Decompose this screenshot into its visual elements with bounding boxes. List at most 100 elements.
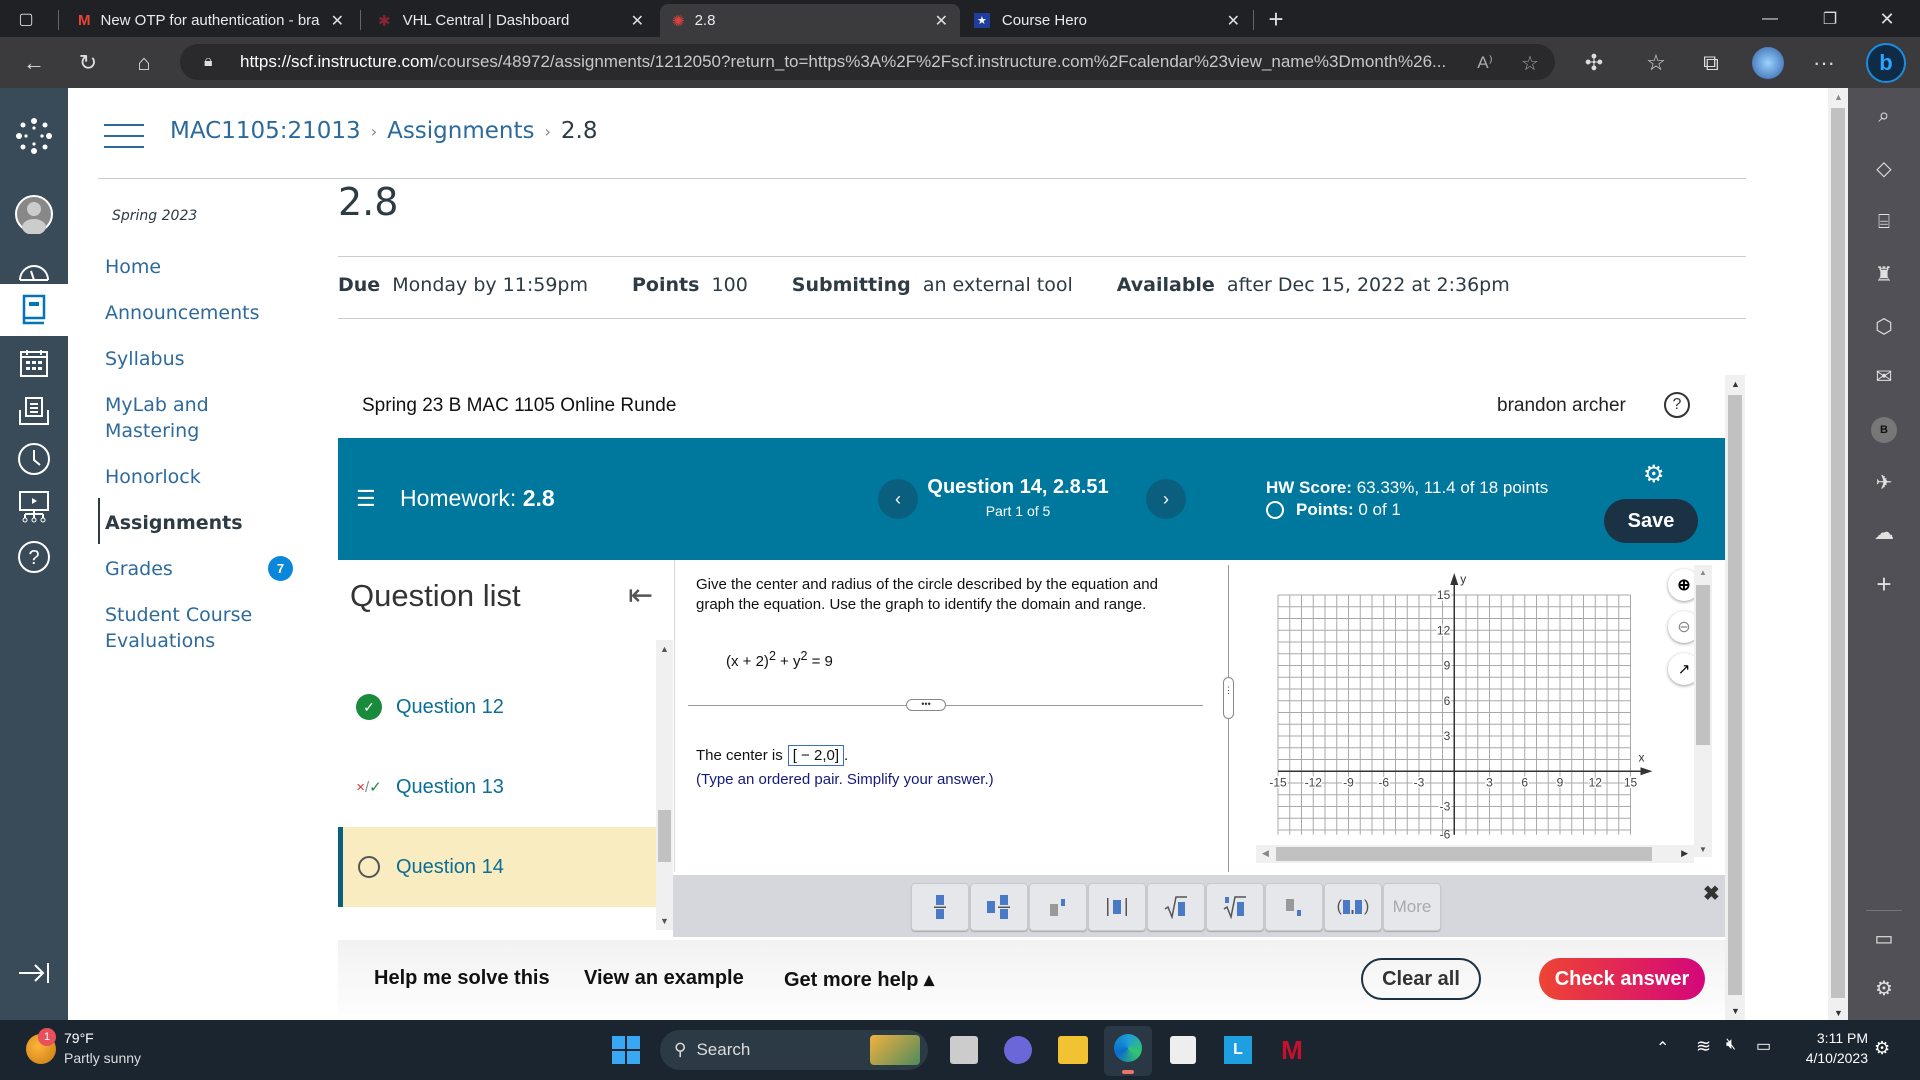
sidebar-settings-icon[interactable]: ⚙ xyxy=(1848,968,1920,1008)
course-nav-assignments[interactable]: Assignments xyxy=(105,510,243,536)
outlook-icon[interactable]: ✉ xyxy=(1848,356,1920,396)
collapse-nav-icon[interactable] xyxy=(0,948,68,998)
graph-horizontal-scrollbar[interactable]: ◀ ▶ xyxy=(1256,845,1694,863)
clear-all-button[interactable]: Clear all xyxy=(1361,958,1481,1000)
get-more-help-link[interactable]: Get more help ▴ xyxy=(784,967,934,992)
save-button[interactable]: Save xyxy=(1604,499,1698,543)
help-me-solve-link[interactable]: Help me solve this xyxy=(374,967,550,990)
ordered-pair-button[interactable]: () xyxy=(1324,883,1382,931)
question-item[interactable]: ✓ Question 11 xyxy=(338,640,656,668)
menu-icon[interactable]: ☰ xyxy=(356,486,376,512)
home-icon[interactable]: ⌂ xyxy=(128,47,160,79)
center-answer-input[interactable]: [ − 2,0] xyxy=(787,745,845,766)
view-example-link[interactable]: View an example xyxy=(584,967,744,990)
breadcrumb-course[interactable]: MAC1105:21013 xyxy=(170,118,361,144)
extensions-icon[interactable]: ✣ xyxy=(1578,47,1610,79)
profile-avatar[interactable] xyxy=(1752,47,1784,79)
course-nav-syllabus[interactable]: Syllabus xyxy=(105,346,185,372)
tab-vhl[interactable]: ✱ VHL Central | Dashboard ✕ xyxy=(366,4,656,37)
close-tab-icon[interactable]: ✕ xyxy=(331,11,344,31)
account-avatar-icon[interactable] xyxy=(0,186,68,242)
lockdown-browser-icon[interactable]: L xyxy=(1224,1036,1252,1064)
close-window-button[interactable]: ✕ xyxy=(1872,4,1902,34)
extension-b-icon[interactable]: B xyxy=(1848,410,1920,450)
address-bar-input[interactable]: 🔒︎ https://scf.instructure.com/courses/4… xyxy=(180,44,1555,80)
tray-chevron-icon[interactable]: ⌃ xyxy=(1656,1038,1669,1058)
reload-icon[interactable]: ↻ xyxy=(72,47,104,79)
edge-taskbar-button[interactable] xyxy=(1104,1026,1152,1076)
question-item-current[interactable]: Question 14 xyxy=(338,827,656,907)
read-aloud-icon[interactable]: A⁾ xyxy=(1470,47,1500,79)
next-question-button[interactable]: › xyxy=(1146,479,1186,519)
expand-divider-button[interactable]: ••• xyxy=(906,699,946,711)
add-sidebar-app-icon[interactable]: + xyxy=(1848,564,1920,604)
history-icon[interactable] xyxy=(0,434,68,484)
close-tab-icon[interactable]: ✕ xyxy=(1227,11,1240,31)
add-favorite-icon[interactable]: ☆ xyxy=(1515,47,1545,79)
graph-vertical-scrollbar[interactable]: ▲ ▼ xyxy=(1694,565,1712,857)
exponent-button[interactable] xyxy=(1029,883,1087,931)
tab-gmail[interactable]: M New OTP for authentication - bra ✕ xyxy=(66,4,356,37)
office-icon[interactable]: ⬡ xyxy=(1848,306,1920,346)
mylab-frame-scrollbar[interactable]: ▲ ▼ xyxy=(1725,375,1745,1020)
canvas-logo-icon[interactable] xyxy=(0,108,68,164)
more-button[interactable]: More xyxy=(1383,883,1441,931)
tools-briefcase-icon[interactable]: ⌸ xyxy=(1848,202,1920,242)
task-view-icon[interactable] xyxy=(950,1036,978,1064)
breadcrumb-assignments[interactable]: Assignments xyxy=(387,118,534,144)
courses-icon[interactable] xyxy=(0,284,68,336)
weather-temp[interactable]: 79°F xyxy=(64,1030,94,1046)
back-arrow-icon[interactable]: ← xyxy=(18,47,50,79)
shopping-tag-icon[interactable]: ◇ xyxy=(1848,148,1920,188)
subscript-button[interactable] xyxy=(1265,883,1323,931)
question-list-scrollbar[interactable]: ▲ ▼ xyxy=(656,640,673,930)
help-icon[interactable]: ? xyxy=(0,532,68,582)
teams-chat-icon[interactable] xyxy=(1004,1036,1032,1064)
send-icon[interactable]: ✈ xyxy=(1848,462,1920,502)
studio-icon[interactable] xyxy=(0,482,68,532)
close-tab-icon[interactable]: ✕ xyxy=(631,11,644,31)
mylab-user-name[interactable]: brandon archer xyxy=(1497,395,1626,417)
close-toolbar-icon[interactable]: ✖ xyxy=(1703,881,1720,906)
favorites-icon[interactable]: ☆ xyxy=(1640,47,1672,79)
collapse-list-icon[interactable]: ⇤ xyxy=(628,578,653,613)
absolute-value-button[interactable] xyxy=(1088,883,1146,931)
volume-muted-icon[interactable]: 🔇︎ xyxy=(1726,1036,1736,1054)
bing-chat-icon[interactable]: b xyxy=(1866,43,1906,83)
settings-gear-icon[interactable]: ⚙ xyxy=(1643,460,1665,489)
more-menu-icon[interactable]: ··· xyxy=(1808,47,1840,79)
nth-root-button[interactable] xyxy=(1206,883,1264,931)
hamburger-menu-icon[interactable] xyxy=(104,120,144,148)
inbox-icon[interactable] xyxy=(0,386,68,436)
page-scrollbar[interactable]: ▲ ▼ xyxy=(1828,88,1848,1020)
store-icon[interactable] xyxy=(1170,1036,1196,1064)
battery-icon[interactable]: ▭ xyxy=(1756,1036,1771,1056)
tab-actions-icon[interactable]: ▢ xyxy=(12,6,40,32)
tab-coursehero[interactable]: ★ Course Hero ✕ xyxy=(962,4,1252,37)
collections-icon[interactable]: ⧉ xyxy=(1695,47,1727,79)
hide-sidebar-icon[interactable]: ▭ xyxy=(1848,918,1920,958)
weather-desc[interactable]: Partly sunny xyxy=(64,1050,141,1066)
mixed-number-button[interactable] xyxy=(970,883,1028,931)
file-explorer-icon[interactable] xyxy=(1058,1036,1088,1064)
panel-resize-handle[interactable]: ⋮ xyxy=(1223,677,1234,719)
course-nav-evaluations[interactable]: Student Course Evaluations xyxy=(105,602,252,654)
calendar-icon[interactable] xyxy=(0,338,68,388)
search-icon[interactable]: ⌕ xyxy=(1848,96,1920,136)
notification-icon[interactable]: ⚙ xyxy=(1874,1038,1890,1059)
start-button[interactable] xyxy=(612,1036,640,1064)
cloud-icon[interactable]: ☁ xyxy=(1848,512,1920,552)
course-nav-mylab[interactable]: MyLab and Mastering xyxy=(105,392,209,444)
course-nav-grades[interactable]: Grades xyxy=(105,556,173,582)
check-answer-button[interactable]: Check answer xyxy=(1539,958,1705,1000)
wifi-icon[interactable]: ≋ xyxy=(1696,1036,1711,1057)
coordinate-graph[interactable]: x y -15 -12 -9 -6 -3 3 6 9 12 15 15 12 9 6 3 -3 -6 xyxy=(1250,565,1720,865)
course-nav-home[interactable]: Home xyxy=(105,254,161,280)
clock-date[interactable]: 4/10/2023 xyxy=(1790,1050,1868,1066)
minimize-button[interactable]: — xyxy=(1755,4,1785,34)
previous-question-button[interactable]: ‹ xyxy=(878,479,918,519)
clock-time[interactable]: 3:11 PM xyxy=(1790,1030,1868,1046)
tab-current[interactable]: ✺ 2.8 ✕ xyxy=(660,4,960,37)
help-circle-icon[interactable]: ? xyxy=(1664,392,1690,418)
mcafee-icon[interactable]: M xyxy=(1278,1035,1306,1065)
